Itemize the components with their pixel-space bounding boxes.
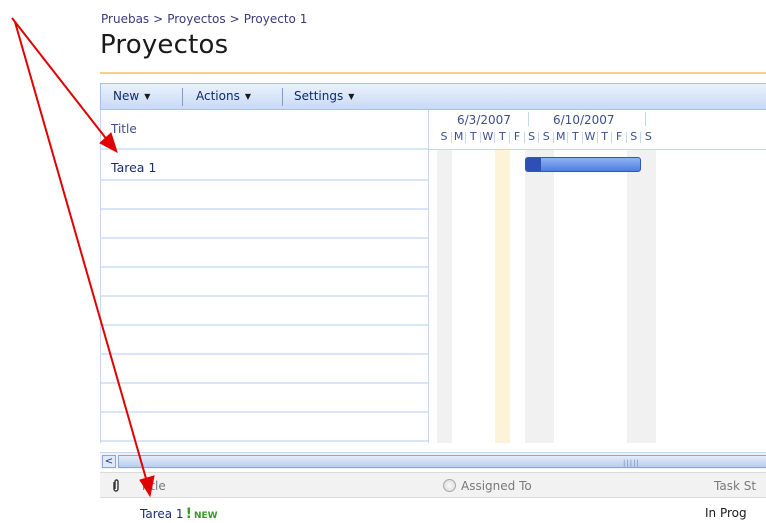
list-item[interactable]: Tarea 1! NEW In Prog	[100, 504, 766, 523]
grid-row[interactable]	[101, 268, 428, 297]
list-header-assigned-to[interactable]: Assigned To	[461, 479, 532, 493]
day-letter: T	[601, 130, 608, 143]
day-letter: T	[499, 130, 506, 143]
grid-row[interactable]	[101, 384, 428, 413]
exclamation-icon: !	[185, 506, 192, 522]
dropdown-caret-icon: ▼	[348, 92, 355, 101]
day-letter: T	[469, 130, 477, 143]
settings-menu-button[interactable]: Settings ▼	[294, 89, 354, 103]
day-divider	[465, 132, 467, 143]
day-letter: M	[556, 130, 566, 143]
day-letter: S	[644, 130, 652, 143]
day-letter: F	[616, 130, 623, 143]
day-letter: S	[630, 130, 638, 143]
day-letter: T	[572, 130, 579, 143]
actions-menu-label: Actions	[196, 89, 240, 103]
new-menu-label: New	[113, 89, 140, 103]
gantt-chart-area: 6/3/2007 6/10/2007 SMTWTFSSMTWTFSS	[429, 110, 766, 443]
day-divider	[479, 132, 481, 143]
day-letter: F	[513, 130, 521, 143]
breadcrumb-link-proyectos[interactable]: Proyectos	[167, 12, 225, 26]
day-divider	[567, 132, 569, 143]
day-divider	[625, 132, 627, 143]
day-divider	[509, 132, 510, 143]
list-view-header: Title Assigned To Task St	[100, 472, 766, 498]
grid-row[interactable]	[101, 239, 428, 268]
settings-menu-label: Settings	[294, 89, 344, 103]
title-column-header[interactable]: Title	[101, 110, 428, 150]
task-title-link[interactable]: Tarea 1	[111, 160, 156, 175]
new-menu-button[interactable]: New ▼	[113, 89, 150, 103]
task-progress-fill	[525, 158, 541, 171]
actions-menu-button[interactable]: Actions ▼	[196, 89, 251, 103]
day-divider	[523, 132, 525, 143]
scroll-thumb[interactable]: |||||	[118, 455, 766, 468]
task-bar-tarea-1[interactable]	[524, 157, 642, 172]
toolbar-separator	[282, 88, 283, 106]
grid-row[interactable]	[101, 326, 428, 355]
scroll-left-icon[interactable]: <	[102, 455, 116, 468]
day-divider	[596, 132, 598, 143]
scroll-grip: |||||	[623, 459, 640, 467]
presence-icon	[443, 479, 456, 492]
grid-row[interactable]: Tarea 1	[101, 152, 428, 181]
breadcrumb-separator: >	[153, 12, 164, 26]
day-divider	[611, 132, 613, 143]
week-divider	[528, 112, 529, 126]
list-header-title[interactable]: Title	[140, 479, 166, 493]
week-divider	[645, 112, 646, 126]
breadcrumb-link-pruebas[interactable]: Pruebas	[101, 12, 149, 26]
grid-row[interactable]	[101, 413, 428, 442]
dropdown-caret-icon: ▼	[144, 92, 151, 101]
day-divider	[552, 132, 554, 143]
grid-row[interactable]	[101, 297, 428, 326]
page-title: Proyectos	[100, 30, 229, 60]
day-letter: S	[542, 130, 550, 143]
breadcrumb-separator: >	[229, 12, 240, 26]
gantt-shade-band	[437, 150, 452, 443]
horizontal-scrollbar[interactable]: < |||||	[100, 452, 766, 469]
grid-row[interactable]	[101, 181, 428, 210]
grid-row[interactable]	[101, 210, 428, 239]
day-divider	[450, 132, 452, 143]
week-label: 6/10/2007	[553, 113, 615, 127]
day-divider	[640, 132, 642, 143]
gantt-shade-band	[626, 150, 656, 443]
day-divider	[538, 132, 540, 143]
task-status-value: In Prog	[705, 506, 747, 520]
title-column: Title Tarea 1	[101, 110, 429, 443]
list-item-title: Tarea 1! NEW	[140, 506, 218, 522]
gantt-view: Title Tarea 1 6/3/2007 6/10/2007 SMTWTFS…	[100, 110, 766, 443]
breadcrumb-current[interactable]: Proyecto 1	[244, 12, 308, 26]
new-badge: NEW	[193, 511, 218, 521]
list-toolbar: New ▼ Actions ▼ Settings ▼	[100, 83, 766, 110]
grid-row[interactable]	[101, 355, 428, 384]
dropdown-caret-icon: ▼	[244, 92, 251, 101]
gantt-shade-band	[524, 150, 554, 443]
gantt-shade-band	[495, 150, 510, 443]
title-header-label: Title	[111, 122, 137, 136]
day-divider	[582, 132, 583, 143]
toolbar-separator	[182, 88, 183, 106]
breadcrumb: Pruebas > Proyectos > Proyecto 1	[101, 12, 307, 26]
paperclip-icon	[113, 479, 119, 492]
list-header-task-status[interactable]: Task St	[714, 479, 756, 493]
day-divider	[494, 132, 496, 143]
day-letter: W	[482, 130, 494, 143]
gantt-timescale-header: 6/3/2007 6/10/2007 SMTWTFSSMTWTFSS	[429, 110, 766, 150]
task-title-link[interactable]: Tarea 1	[140, 507, 184, 521]
day-letter: W	[584, 130, 596, 143]
title-divider	[100, 72, 766, 74]
week-label: 6/3/2007	[457, 113, 511, 127]
day-letter: S	[440, 130, 448, 143]
day-letter: M	[453, 130, 464, 143]
day-letter: S	[528, 130, 536, 143]
